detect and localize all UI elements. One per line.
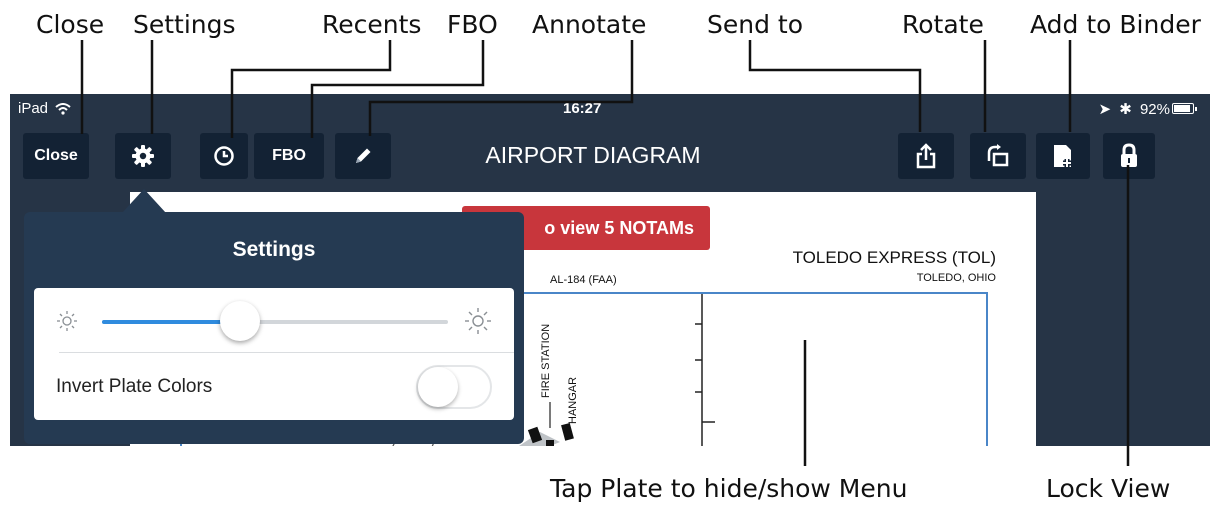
callout-send-to: Send to — [707, 10, 804, 39]
rotate-button[interactable] — [970, 133, 1026, 179]
lock-view-button[interactable] — [1103, 133, 1155, 179]
gear-icon — [132, 145, 154, 167]
device-label: iPad — [18, 100, 71, 117]
fbo-button[interactable]: FBO — [254, 133, 324, 179]
bluetooth-icon: ✱ — [1119, 101, 1132, 118]
close-button[interactable]: Close — [23, 133, 89, 179]
callout-settings: Settings — [133, 10, 236, 39]
plate-fire-station-label: FIRE STATION — [540, 323, 552, 398]
device-name: iPad — [18, 100, 49, 117]
rotate-icon — [987, 144, 1009, 167]
plate-hangar-label: HANGAR — [567, 376, 579, 424]
callout-rotate: Rotate — [902, 10, 984, 39]
fbo-button-label: FBO — [272, 147, 306, 164]
settings-popover: Settings Invert Plate Colors — [24, 212, 524, 444]
send-to-button[interactable] — [898, 133, 954, 179]
location-icon: ➤ — [1098, 101, 1112, 118]
battery-icon — [1172, 103, 1197, 114]
lock-icon — [1121, 143, 1137, 167]
brightness-low-icon — [57, 311, 77, 331]
toolbar: Close FBO AIRPORT DIAGRAM — [10, 122, 1210, 186]
clock-icon — [214, 146, 234, 166]
status-right: ➤ ✱ 92% — [1098, 100, 1170, 118]
settings-divider — [59, 352, 514, 353]
settings-popover-title: Settings — [232, 238, 316, 261]
invert-plate-colors-toggle[interactable] — [416, 365, 492, 409]
brightness-slider-thumb[interactable] — [220, 301, 261, 341]
page-title: AIRPORT DIAGRAM — [485, 142, 701, 168]
settings-popover-arrow — [122, 189, 166, 213]
brightness-high-icon — [465, 308, 491, 334]
callout-fbo: FBO — [447, 10, 498, 39]
callout-tap-plate: Tap Plate to hide/show Menu — [550, 474, 908, 503]
battery-percent: 92% — [1139, 101, 1170, 118]
annotate-button[interactable] — [335, 133, 391, 179]
add-to-binder-button[interactable] — [1036, 133, 1090, 179]
settings-button[interactable] — [115, 133, 171, 179]
close-button-label: Close — [34, 147, 78, 164]
callout-recents: Recents — [322, 10, 422, 39]
brightness-slider[interactable] — [102, 301, 448, 341]
pencil-icon — [356, 148, 371, 163]
settings-card: Invert Plate Colors — [34, 288, 514, 420]
wifi-icon — [55, 103, 71, 115]
status-time: 16:27 — [563, 100, 602, 117]
callout-add-to-binder: Add to Binder — [1030, 10, 1201, 39]
add-to-binder-icon — [1054, 145, 1071, 167]
status-bar: iPad 16:27 ➤ ✱ 92% — [10, 94, 1210, 122]
callout-annotate: Annotate — [532, 10, 647, 39]
share-icon — [916, 143, 936, 169]
callout-lock-view: Lock View — [1046, 474, 1171, 503]
toggle-knob — [418, 367, 458, 407]
ipad-screen: iPad 16:27 ➤ ✱ 92% Close FBO AIRPORT DIA… — [10, 94, 1210, 446]
callout-close: Close — [36, 10, 105, 39]
recents-button[interactable] — [200, 133, 248, 179]
invert-plate-colors-label: Invert Plate Colors — [56, 376, 213, 397]
